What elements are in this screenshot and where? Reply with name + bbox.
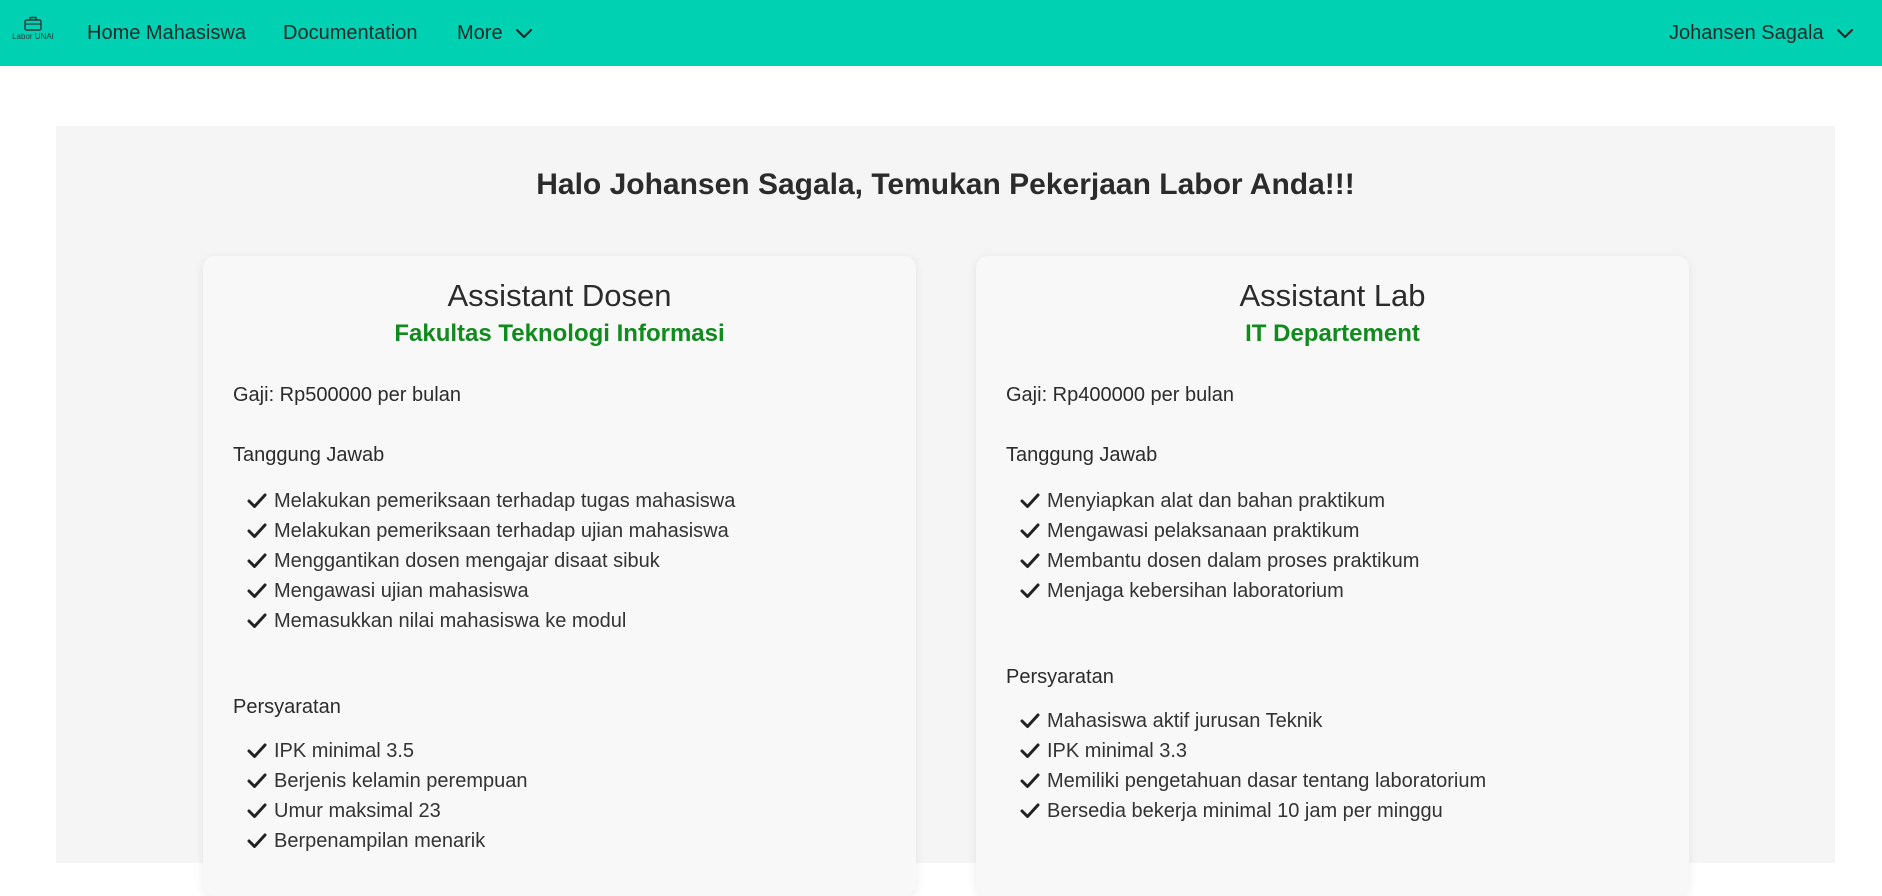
job-salary: Gaji: Rp500000 per bulan — [233, 384, 461, 406]
duty-text: Melakukan pemeriksaan terhadap ujian mah… — [274, 519, 729, 542]
list-item: Bersedia bekerja minimal 10 jam per ming… — [1020, 796, 1486, 826]
requirements-list: Mahasiswa aktif jurusan Teknik IPK minim… — [1020, 706, 1486, 826]
check-icon — [247, 802, 267, 820]
job-title: Assistant Dosen — [447, 278, 672, 313]
requirement-text: IPK minimal 3.5 — [274, 739, 415, 762]
job-card-assistant-lab[interactable]: Assistant Lab IT Departement Gaji: Rp400… — [976, 256, 1689, 896]
list-item: Membantu dosen dalam proses praktikum — [1020, 546, 1419, 576]
list-item: Umur maksimal 23 — [247, 796, 527, 826]
duties-list: Menyiapkan alat dan bahan praktikum Meng… — [1020, 486, 1419, 606]
duty-text: Menggantikan dosen mengajar disaat sibuk — [274, 549, 660, 572]
check-icon — [247, 522, 267, 540]
requirement-text: Bersedia bekerja minimal 10 jam per ming… — [1047, 799, 1443, 822]
requirement-text: IPK minimal 3.3 — [1047, 739, 1188, 762]
job-department: IT Departement — [1245, 320, 1420, 347]
check-icon — [1020, 522, 1040, 540]
duty-text: Mengawasi ujian mahasiswa — [274, 579, 529, 602]
check-icon — [1020, 582, 1040, 600]
job-department: Fakultas Teknologi Informasi — [394, 320, 725, 347]
requirement-text: Berjenis kelamin perempuan — [274, 769, 528, 792]
nav-home-label: Home Mahasiswa — [87, 21, 246, 44]
requirement-text: Berpenampilan menarik — [274, 829, 486, 852]
duty-text: Menjaga kebersihan laboratorium — [1047, 579, 1344, 602]
list-item: Mengawasi pelaksanaan praktikum — [1020, 516, 1419, 546]
chevron-down-icon — [1836, 27, 1854, 39]
check-icon — [247, 612, 267, 630]
duties-heading: Tanggung Jawab — [233, 444, 385, 466]
page-headline: Halo Johansen Sagala, Temukan Pekerjaan … — [536, 168, 1355, 201]
job-title: Assistant Lab — [1239, 278, 1426, 313]
list-item: Menggantikan dosen mengajar disaat sibuk — [247, 546, 735, 576]
duty-text: Memasukkan nilai mahasiswa ke modul — [274, 609, 627, 632]
list-item: Berjenis kelamin perempuan — [247, 766, 527, 796]
list-item: Mengawasi ujian mahasiswa — [247, 576, 735, 606]
requirements-heading: Persyaratan — [233, 696, 341, 718]
nav-more-label: More — [457, 21, 503, 44]
duties-list: Melakukan pemeriksaan terhadap tugas mah… — [247, 486, 735, 636]
job-salary: Gaji: Rp400000 per bulan — [1006, 384, 1234, 406]
nav-home-mahasiswa[interactable]: Home Mahasiswa — [87, 0, 246, 66]
check-icon — [1020, 712, 1040, 730]
chevron-down-icon — [515, 27, 533, 39]
list-item: Melakukan pemeriksaan terhadap ujian mah… — [247, 516, 735, 546]
list-item: Menyiapkan alat dan bahan praktikum — [1020, 486, 1419, 516]
nav-documentation-label: Documentation — [283, 21, 418, 44]
user-menu-dropdown[interactable]: Johansen Sagala — [1669, 0, 1854, 66]
check-icon — [247, 832, 267, 850]
check-icon — [247, 582, 267, 600]
check-icon — [247, 552, 267, 570]
requirements-list: IPK minimal 3.5 Berjenis kelamin perempu… — [247, 736, 527, 856]
check-icon — [1020, 552, 1040, 570]
user-name-label: Johansen Sagala — [1669, 21, 1824, 44]
requirements-heading: Persyaratan — [1006, 666, 1114, 688]
requirement-text: Mahasiswa aktif jurusan Teknik — [1047, 709, 1323, 732]
list-item: Melakukan pemeriksaan terhadap tugas mah… — [247, 486, 735, 516]
check-icon — [1020, 772, 1040, 790]
list-item: Memasukkan nilai mahasiswa ke modul — [247, 606, 735, 636]
nav-more-dropdown[interactable]: More — [457, 0, 533, 66]
check-icon — [1020, 742, 1040, 760]
list-item: Mahasiswa aktif jurusan Teknik — [1020, 706, 1486, 736]
check-icon — [247, 742, 267, 760]
duties-heading: Tanggung Jawab — [1006, 444, 1158, 466]
top-navbar: Labor UNAI Home Mahasiswa Documentation … — [0, 0, 1882, 66]
list-item: IPK minimal 3.5 — [247, 736, 527, 766]
check-icon — [1020, 492, 1040, 510]
list-item: Menjaga kebersihan laboratorium — [1020, 576, 1419, 606]
duty-text: Membantu dosen dalam proses praktikum — [1047, 549, 1420, 572]
briefcase-icon — [23, 15, 43, 31]
list-item: IPK minimal 3.3 — [1020, 736, 1486, 766]
list-item: Berpenampilan menarik — [247, 826, 527, 856]
duty-text: Melakukan pemeriksaan terhadap tugas mah… — [274, 489, 736, 512]
check-icon — [247, 772, 267, 790]
list-item: Memiliki pengetahuan dasar tentang labor… — [1020, 766, 1486, 796]
job-card-assistant-dosen[interactable]: Assistant Dosen Fakultas Teknologi Infor… — [203, 256, 916, 896]
duty-text: Mengawasi pelaksanaan praktikum — [1047, 519, 1360, 542]
check-icon — [1020, 802, 1040, 820]
brand-logo-text: Labor UNAI — [12, 32, 54, 41]
job-listing-panel: Halo Johansen Sagala, Temukan Pekerjaan … — [56, 126, 1835, 896]
requirement-text: Memiliki pengetahuan dasar tentang labor… — [1047, 769, 1487, 792]
brand-logo[interactable]: Labor UNAI — [10, 12, 56, 44]
nav-documentation[interactable]: Documentation — [283, 0, 418, 66]
duty-text: Menyiapkan alat dan bahan praktikum — [1047, 489, 1385, 512]
check-icon — [247, 492, 267, 510]
requirement-text: Umur maksimal 23 — [274, 799, 441, 822]
